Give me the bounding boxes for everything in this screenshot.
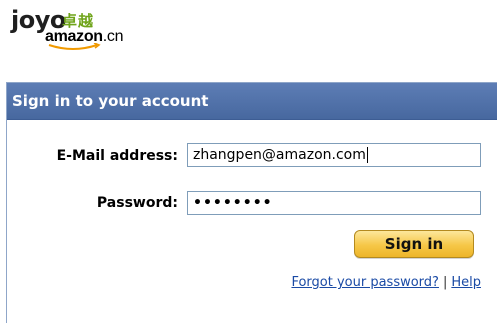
link-separator: | bbox=[442, 275, 448, 290]
joyo-amazon-logo: joyo 卓越 amazon.cn bbox=[11, 6, 141, 50]
email-field[interactable]: zhangpen@amazon.com bbox=[187, 143, 481, 167]
sign-in-button[interactable]: Sign in bbox=[354, 230, 474, 258]
password-label: Password: bbox=[96, 195, 178, 211]
forgot-password-link[interactable]: Forgot your password? bbox=[291, 275, 439, 290]
logo-tld: .cn bbox=[102, 28, 124, 45]
text-caret bbox=[366, 147, 368, 163]
amazon-smile-icon bbox=[48, 43, 101, 50]
password-field[interactable]: •••••••• bbox=[187, 191, 481, 215]
help-links: Forgot your password? | Help bbox=[291, 275, 481, 290]
email-label: E-Mail address: bbox=[56, 148, 178, 164]
panel-title: Sign in to your account bbox=[7, 83, 497, 120]
password-value: •••••••• bbox=[193, 195, 273, 211]
help-link[interactable]: Help bbox=[451, 275, 481, 290]
email-value: zhangpen@amazon.com bbox=[193, 147, 366, 163]
